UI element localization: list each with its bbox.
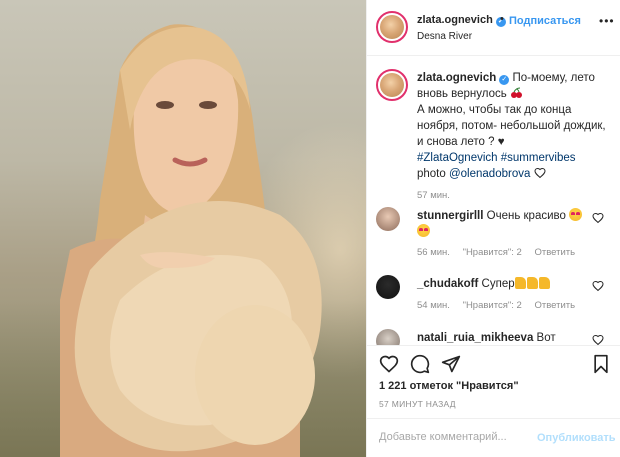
post-location[interactable]: Desna River — [417, 31, 472, 42]
thumbs-up-emoji-icon — [538, 277, 550, 289]
share-icon[interactable] — [441, 354, 461, 374]
comment-username[interactable]: natali_ruia_mikheeva — [417, 332, 533, 344]
comment-input[interactable] — [379, 431, 529, 443]
add-comment-bar: Опубликовать — [367, 418, 620, 457]
cherry-emoji-icon — [510, 87, 522, 98]
post-header: zlata.ognevich ✓ • Подписаться Desna Rive… — [367, 0, 620, 56]
heart-eyes-emoji-icon — [417, 224, 430, 237]
reply-button[interactable]: Ответить — [534, 300, 575, 311]
caption-text: zlata.ognevich ✓ По-моему, лето вновь вер… — [417, 72, 606, 180]
comment-username[interactable]: stunnergirlll — [417, 210, 483, 222]
comment-likes-link[interactable]: "Нравится": 2 — [463, 247, 522, 258]
comment-username[interactable]: _chudakoff — [417, 278, 478, 290]
comment-text: stunnergirlll Очень красиво — [417, 208, 592, 240]
author-username[interactable]: zlata.ognevich ✓ — [417, 14, 506, 27]
heart-icon[interactable] — [592, 212, 604, 224]
comment-likes-link[interactable]: "Нравится": 2 — [463, 300, 522, 311]
heart-icon[interactable] — [379, 354, 399, 374]
author-avatar[interactable] — [376, 11, 408, 43]
post-sidebar: zlata.ognevich ✓ • Подписаться Desna Rive… — [366, 0, 620, 457]
verified-badge-icon: ✓ — [499, 75, 510, 85]
comment-avatar[interactable] — [376, 275, 400, 299]
heart-eyes-emoji-icon — [569, 208, 583, 221]
thumbs-up-emoji-icon — [526, 277, 538, 289]
caption-avatar[interactable] — [376, 69, 408, 101]
thumbs-up-emoji-icon — [514, 277, 526, 289]
comment-avatar[interactable] — [376, 207, 400, 231]
post-time: 57 МИНУТ НАЗАД — [379, 399, 456, 409]
bookmark-icon[interactable] — [591, 354, 611, 374]
comment-icon[interactable] — [410, 354, 430, 374]
heart-outline-icon — [534, 167, 546, 179]
more-options-icon[interactable]: ••• — [599, 14, 615, 28]
comment-meta: 54 мин. "Нравится": 2 Ответить — [417, 300, 576, 311]
post-photo[interactable] — [0, 0, 366, 457]
hashtags-link[interactable]: #ZlataOgnevich #summervibes — [417, 152, 576, 164]
photo-credit-link[interactable]: @olenadobrova — [449, 168, 530, 180]
heart-icon[interactable] — [592, 334, 604, 345]
comment-text: _chudakoff Супер — [417, 276, 592, 292]
reply-button[interactable]: Ответить — [534, 247, 575, 258]
comment-avatar[interactable] — [376, 329, 400, 345]
comments-list[interactable]: zlata.ognevich ✓ По-моему, лето вновь вер… — [367, 57, 620, 345]
separator-dot: • — [500, 13, 504, 25]
likes-count[interactable]: 1 221 отметок "Нравится" — [379, 380, 519, 392]
post-actions — [367, 345, 620, 379]
comment-text: natali_ruia_mikheeva Вот — [417, 332, 556, 344]
follow-button[interactable]: Подписаться — [509, 15, 581, 27]
caption-time: 57 мин. — [417, 190, 450, 201]
heart-icon[interactable] — [592, 280, 604, 292]
comment-meta: 56 мин. "Нравится": 2 Ответить — [417, 247, 576, 258]
portrait-illustration — [60, 24, 322, 457]
publish-button[interactable]: Опубликовать — [537, 432, 616, 444]
caption-username[interactable]: zlata.ognevich — [417, 72, 496, 84]
